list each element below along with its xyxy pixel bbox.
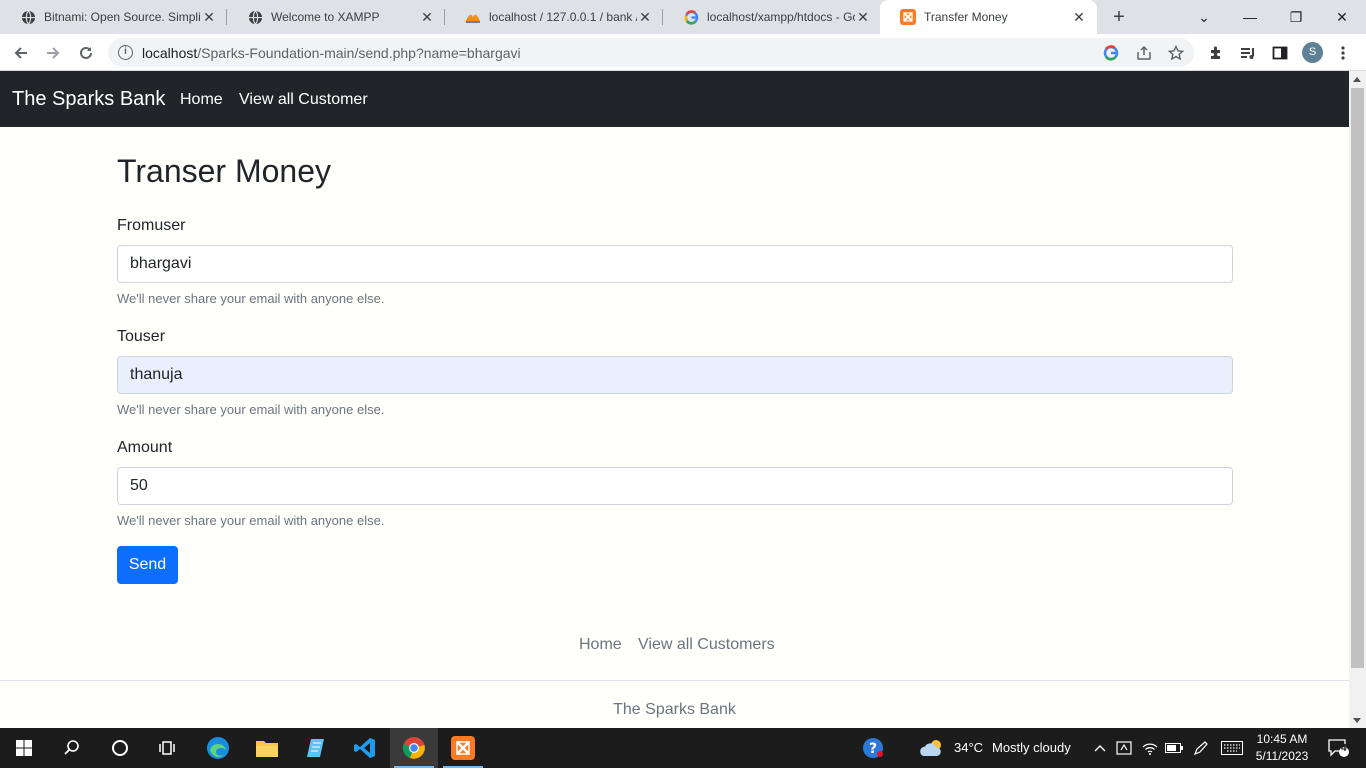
tab-title: localhost/xampp/htdocs - Go: [707, 10, 855, 24]
help-icon[interactable]: ?: [849, 728, 897, 768]
tab-title: Transfer Money: [924, 10, 1008, 24]
pen-icon[interactable]: [1188, 728, 1214, 768]
vscode-icon[interactable]: [341, 728, 389, 768]
footer-link-view-all-customers[interactable]: View all Customers: [638, 636, 775, 654]
scroll-up-icon[interactable]: [1353, 77, 1361, 82]
fromuser-input[interactable]: bhargavi: [117, 245, 1233, 283]
close-icon[interactable]: ✕: [1071, 9, 1087, 25]
weather-cloud-icon[interactable]: [910, 728, 956, 768]
send-button[interactable]: Send: [117, 546, 178, 584]
svg-text:?: ?: [869, 741, 877, 757]
side-panel-icon[interactable]: [1267, 40, 1293, 66]
weather-condition[interactable]: Mostly cloudy: [992, 740, 1071, 755]
close-icon[interactable]: ✕: [855, 9, 871, 25]
google-icon: [683, 9, 699, 25]
chevron-up-icon[interactable]: [1088, 728, 1112, 768]
minimize-button[interactable]: —: [1227, 0, 1273, 34]
windows-start-icon[interactable]: [0, 728, 48, 768]
scrollbar-thumb[interactable]: [1351, 88, 1364, 668]
nav-link-view-all-customer[interactable]: View all Customer: [239, 91, 368, 109]
notification-count: 4: [1341, 743, 1347, 754]
tab-title: Bitnami: Open Source. Simplif: [44, 10, 201, 24]
tab-search-icon[interactable]: ⌄: [1181, 0, 1227, 34]
close-icon[interactable]: ✕: [419, 9, 435, 25]
close-icon[interactable]: ✕: [637, 9, 653, 25]
restore-button[interactable]: ❐: [1273, 0, 1319, 34]
page-title: Transer Money: [117, 153, 331, 189]
touser-input[interactable]: thanuja: [117, 356, 1233, 394]
nav-link-home[interactable]: Home: [180, 91, 223, 109]
amount-label: Amount: [117, 439, 173, 456]
touser-label: Touser: [117, 328, 166, 345]
notification-center-icon[interactable]: 4: [1318, 728, 1358, 768]
system-clock[interactable]: 10:45 AM 5/11/2023: [1252, 731, 1312, 765]
cortana-icon[interactable]: [96, 728, 144, 768]
browser-tab-strip: Bitnami: Open Source. Simplif ✕ Welcome …: [0, 0, 1366, 34]
new-tab-button[interactable]: +: [1108, 6, 1130, 28]
scroll-down-icon[interactable]: [1353, 718, 1361, 723]
file-explorer-icon[interactable]: [243, 728, 291, 768]
wifi-icon[interactable]: [1138, 728, 1162, 768]
reload-button[interactable]: [73, 40, 99, 66]
page-viewport: The Sparks Bank Home View all Customer T…: [0, 71, 1349, 728]
navbar-brand[interactable]: The Sparks Bank: [12, 88, 165, 111]
edge-icon[interactable]: [194, 728, 242, 768]
tab-title: localhost / 127.0.0.1 / bank /: [489, 10, 637, 24]
extensions-icon[interactable]: [1203, 40, 1229, 66]
keyboard-icon[interactable]: [1218, 728, 1246, 768]
site-navbar: The Sparks Bank Home View all Customer: [0, 71, 1349, 127]
menu-kebab-icon[interactable]: [1330, 40, 1356, 66]
touser-help-text: We'll never share your email with anyone…: [117, 402, 385, 417]
profile-avatar[interactable]: S: [1302, 42, 1323, 63]
media-controls-icon[interactable]: [1235, 40, 1261, 66]
info-icon[interactable]: i: [118, 45, 133, 60]
forward-button[interactable]: [40, 40, 66, 66]
close-icon[interactable]: ✕: [201, 9, 217, 25]
fromuser-help-text: We'll never share your email with anyone…: [117, 291, 385, 306]
chrome-taskbar-icon[interactable]: [390, 728, 438, 768]
browser-toolbar: i localhost/Sparks-Foundation-main/send.…: [0, 34, 1366, 71]
notepad-app-icon[interactable]: [292, 728, 340, 768]
xampp-icon: [900, 9, 916, 25]
share-icon[interactable]: [1134, 43, 1154, 63]
close-window-button[interactable]: ✕: [1319, 0, 1365, 34]
security-tray-icon[interactable]: [1112, 728, 1136, 768]
back-button[interactable]: [8, 40, 34, 66]
address-url: localhost/Sparks-Foundation-main/send.ph…: [142, 45, 521, 61]
battery-icon[interactable]: [1162, 728, 1186, 768]
address-bar[interactable]: i localhost/Sparks-Foundation-main/send.…: [108, 38, 1194, 67]
globe-icon: [247, 9, 263, 25]
xampp-taskbar-icon[interactable]: [439, 728, 487, 768]
amount-input[interactable]: 50: [117, 467, 1233, 505]
google-translate-icon[interactable]: [1101, 43, 1121, 63]
windows-taskbar: ? 34°C Mostly cloudy 10:45 AM 5/11/2023 …: [0, 728, 1366, 768]
browser-tab[interactable]: localhost/xampp/htdocs - Go ✕: [663, 0, 881, 34]
browser-tab[interactable]: Bitnami: Open Source. Simplif ✕: [0, 0, 227, 34]
footer-divider: [0, 680, 1349, 681]
clock-time: 10:45 AM: [1256, 732, 1308, 746]
amount-help-text: We'll never share your email with anyone…: [117, 513, 385, 528]
task-view-icon[interactable]: [144, 728, 192, 768]
footer-link-home[interactable]: Home: [579, 636, 622, 654]
page-scrollbar[interactable]: [1349, 71, 1366, 728]
bookmark-star-icon[interactable]: [1166, 43, 1186, 63]
weather-temperature[interactable]: 34°C: [954, 740, 983, 755]
globe-icon: [20, 9, 36, 25]
fromuser-label: Fromuser: [117, 217, 186, 234]
search-icon[interactable]: [48, 728, 96, 768]
browser-tab[interactable]: Welcome to XAMPP ✕: [227, 0, 445, 34]
clock-date: 5/11/2023: [1255, 749, 1309, 763]
browser-tab[interactable]: localhost / 127.0.0.1 / bank / ✕: [445, 0, 663, 34]
browser-tab-active[interactable]: Transfer Money ✕: [880, 0, 1097, 34]
tab-title: Welcome to XAMPP: [271, 10, 380, 24]
footer-brand: The Sparks Bank: [613, 701, 736, 718]
phpmyadmin-icon: [465, 9, 481, 25]
